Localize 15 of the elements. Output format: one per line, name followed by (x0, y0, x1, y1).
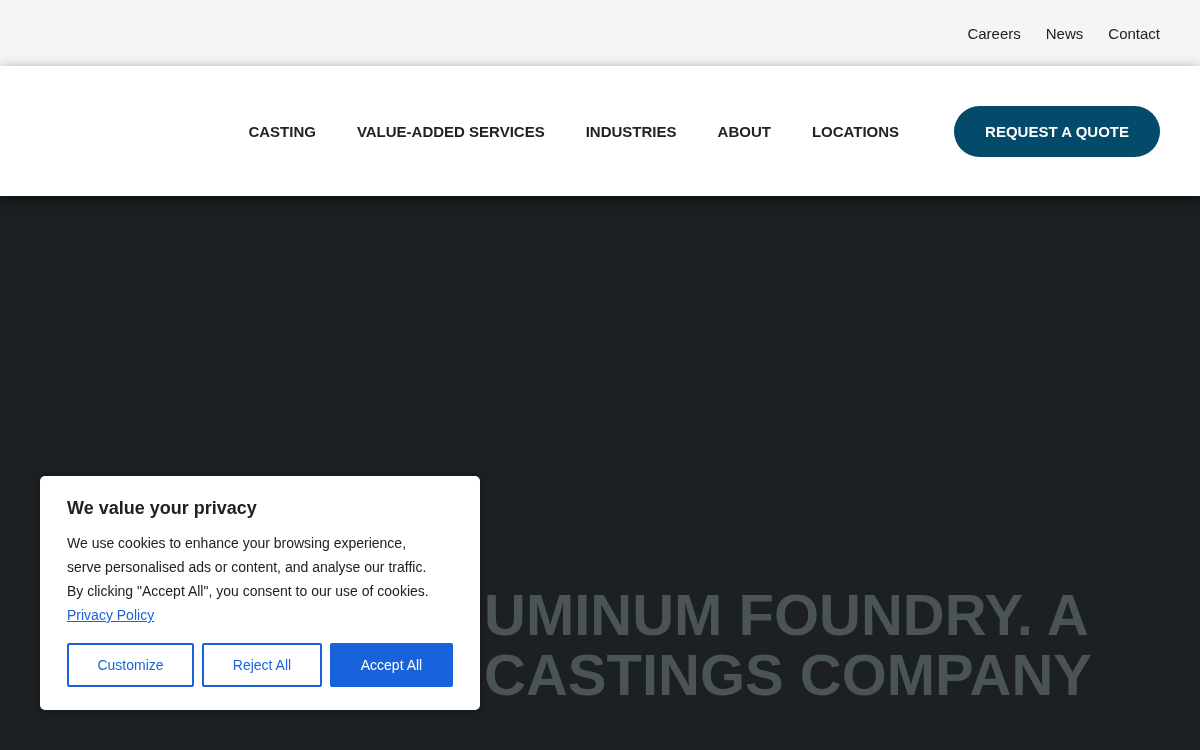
nav-link[interactable]: LOCATIONS (811, 122, 900, 140)
cookie-button[interactable]: Reject All (202, 643, 322, 687)
nav-link[interactable]: INDUSTRIES (585, 122, 677, 140)
privacy-policy-link[interactable]: Privacy Policy (67, 607, 155, 623)
cookie-button[interactable]: Customize (67, 643, 194, 687)
request-quote-button[interactable]: REQUEST A QUOTE (954, 105, 1160, 157)
nav-link[interactable]: VALUE-ADDED SERVICES (356, 122, 545, 140)
cookie-title: We value your privacy (67, 498, 258, 519)
cookie-text: We use cookies to enhance your browsing experience, serve personalised ads or content, and analyse our traffic. By clicking "Accept All", you consent to our use of cookies. Privacy Policy (67, 534, 430, 625)
top-link[interactable]: News (1045, 24, 1084, 42)
accept-button[interactable]: Accept All (330, 643, 453, 687)
nav-link[interactable]: CASTING (248, 122, 316, 140)
nav-link[interactable]: ABOUT (717, 122, 771, 140)
top-link[interactable]: Careers (967, 24, 1021, 42)
top-link[interactable]: Contact (1108, 24, 1160, 42)
